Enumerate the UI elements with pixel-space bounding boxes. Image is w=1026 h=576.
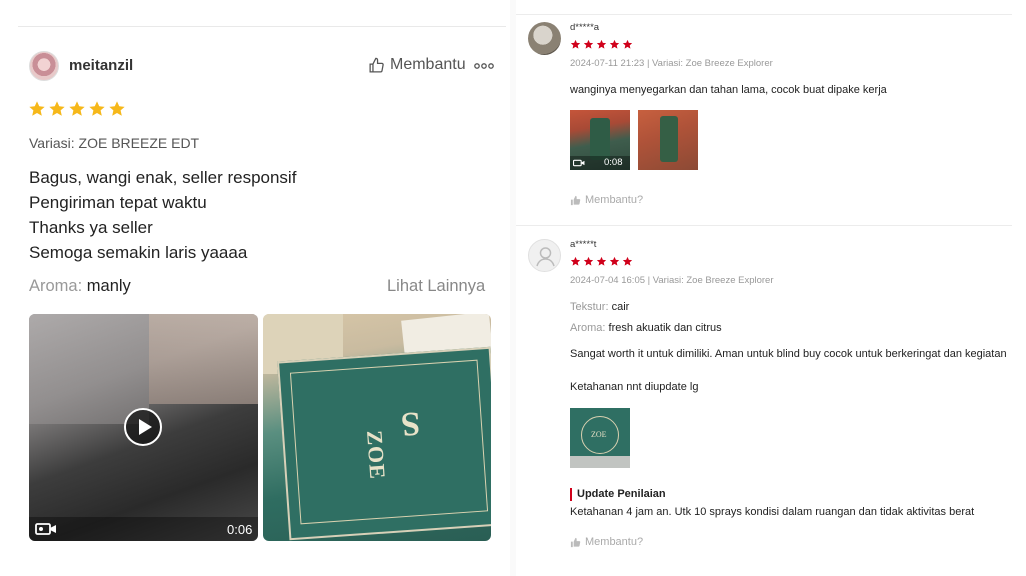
star-icon <box>109 101 125 116</box>
review-line: Pengiriman tepat waktu <box>29 193 207 212</box>
texture-value: cair <box>611 301 630 313</box>
default-user-icon <box>536 247 555 267</box>
review-photo[interactable]: S ZOE <box>263 314 491 541</box>
avatar[interactable] <box>528 239 561 272</box>
aroma-value: fresh akuatik dan citrus <box>608 322 722 334</box>
product-box-border <box>289 359 489 525</box>
review-text: Sangat worth it untuk dimiliki. Aman unt… <box>570 348 1007 360</box>
more-dots-svg <box>474 63 494 69</box>
review-meta: 2024-07-11 21:23 | Variasi: Zoe Breeze E… <box>570 58 773 69</box>
texture-attribute: Tekstur: cair <box>570 301 629 313</box>
review-meta: 2024-07-04 16:05 | Variasi: Zoe Breeze E… <box>570 275 774 286</box>
star-icon <box>596 256 607 266</box>
review-line: Bagus, wangi enak, seller responsif <box>29 168 297 187</box>
avatar[interactable] <box>528 22 561 55</box>
review-photo-thumbnail[interactable]: ZOE <box>570 408 630 468</box>
right-review-panel: d*****a 2024-07-11 21:23 | Variasi: Zoe … <box>516 0 1026 576</box>
star-icon <box>583 39 594 49</box>
divider-line <box>18 26 506 27</box>
video-camera-icon <box>573 159 585 167</box>
video-duration: 0:08 <box>604 157 623 168</box>
left-review-panel: meitanzil Membantu Variasi: ZOE BREEZE E… <box>0 0 510 576</box>
play-icon[interactable] <box>124 408 162 446</box>
texture-label: Tekstur: <box>570 301 609 313</box>
star-icon <box>570 39 581 49</box>
helpful-button[interactable]: Membantu? <box>570 194 643 206</box>
video-bar <box>29 517 258 541</box>
thumbs-up-icon <box>570 537 581 547</box>
see-more-link[interactable]: Lihat Lainnya <box>387 277 485 296</box>
update-accent-bar <box>570 488 572 501</box>
update-text: Ketahanan 4 jam an. Utk 10 sprays kondis… <box>570 506 975 518</box>
reviewer-username[interactable]: d*****a <box>570 22 599 33</box>
product-logo: ZOE <box>362 429 391 481</box>
star-icon <box>583 256 594 266</box>
product-logo: ZOE <box>591 430 607 439</box>
star-icon <box>622 39 633 49</box>
helpful-label: Membantu? <box>585 536 644 548</box>
variant-label: Variasi: ZOE BREEZE EDT <box>29 135 200 151</box>
helpful-button[interactable]: Membantu? <box>570 536 643 548</box>
star-icon <box>596 39 607 49</box>
thumbs-up-icon <box>369 57 384 73</box>
video-frame <box>29 314 149 424</box>
helpful-button[interactable]: Membantu <box>368 56 466 74</box>
reviewer-username[interactable]: a*****t <box>570 239 596 250</box>
review-line: Thanks ya seller <box>29 218 153 237</box>
thumbs-up-icon <box>570 195 581 205</box>
star-icon <box>609 256 620 266</box>
star-rating <box>570 256 633 267</box>
brand-logo: S <box>399 404 422 443</box>
more-dots-icon[interactable] <box>474 58 494 74</box>
review-video-thumbnail[interactable]: 0:08 <box>570 110 630 170</box>
review-line: Semoga semakin laris yaaaa <box>29 243 248 262</box>
product-bottle <box>590 118 610 160</box>
review-text: Bagus, wangi enak, seller responsif Peng… <box>29 165 296 265</box>
review-text: Ketahanan nnt diupdate lg <box>570 381 699 393</box>
divider-line <box>516 14 1012 15</box>
aroma-label: Aroma: <box>570 322 606 334</box>
review-text: wanginya menyegarkan dan tahan lama, coc… <box>570 84 887 96</box>
helpful-label: Membantu <box>390 56 466 73</box>
aroma-attribute: Aroma: manly <box>29 277 131 296</box>
aroma-label: Aroma: <box>29 277 83 295</box>
video-duration: 0:06 <box>227 522 253 537</box>
product-bottle <box>660 116 678 162</box>
helpful-label: Membantu? <box>585 194 644 206</box>
reviewer-username[interactable]: meitanzil <box>69 57 133 74</box>
star-icon <box>69 101 85 116</box>
star-rating <box>570 39 633 50</box>
star-icon <box>622 256 633 266</box>
star-icon <box>570 256 581 266</box>
aroma-value: manly <box>86 277 131 295</box>
star-icon <box>89 101 105 116</box>
review-photo-thumbnail[interactable] <box>638 110 698 170</box>
star-icon <box>49 101 65 116</box>
avatar[interactable] <box>29 51 59 81</box>
aroma-attribute: Aroma: fresh akuatik dan citrus <box>570 322 722 334</box>
star-rating <box>28 100 126 118</box>
update-title: Update Penilaian <box>577 488 666 500</box>
review-video[interactable]: 0:06 <box>29 314 258 541</box>
star-icon <box>609 39 620 49</box>
star-icon <box>29 101 45 116</box>
divider-line <box>516 225 1012 226</box>
video-camera-icon <box>35 523 56 535</box>
photo-detail <box>570 456 630 468</box>
video-frame <box>149 314 258 404</box>
